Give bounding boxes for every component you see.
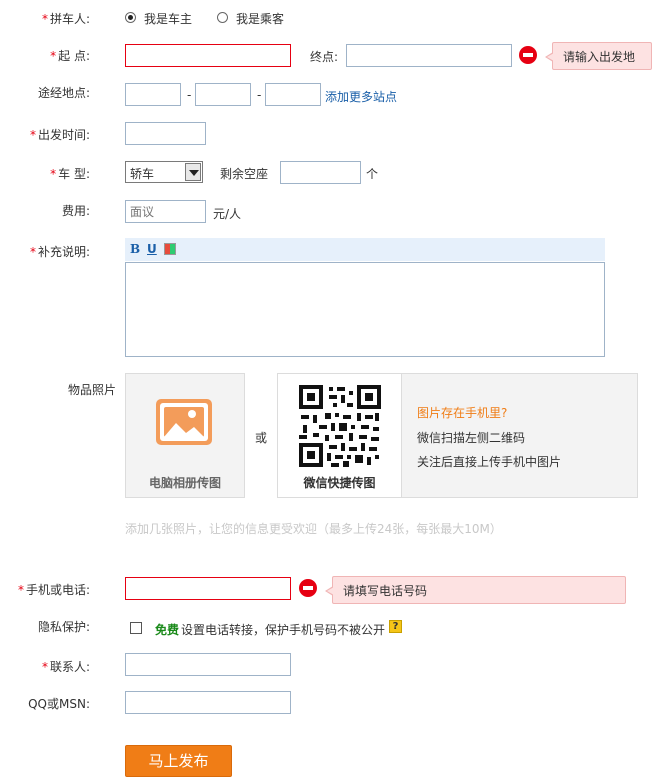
fee-label: 费用: [61, 204, 90, 218]
im-input[interactable] [125, 691, 291, 714]
end-input[interactable] [346, 44, 512, 67]
phone-photo-title: 图片存在手机里? [417, 406, 508, 420]
privacy-text: 设置电话转接，保护手机号码不被公开 [181, 623, 386, 637]
car-type-value: 轿车 [130, 167, 155, 181]
free-badge: 免费 [155, 623, 180, 637]
privacy-checkbox[interactable] [130, 622, 142, 634]
depart-time-label: * 出发时间: [29, 128, 90, 142]
via-input-2[interactable] [195, 83, 251, 106]
contact-input[interactable] [125, 653, 291, 676]
seats-unit: 个 [366, 167, 379, 181]
privacy-label: 隐私保护: [37, 620, 90, 634]
radio-driver[interactable] [125, 12, 136, 23]
wechat-upload-box[interactable]: 微信快捷传图 图片存在手机里? 微信扫描左侧二维码 关注后直接上传手机中图片 [277, 373, 638, 498]
submit-button[interactable]: 马上发布 [125, 745, 232, 777]
contact-label: * 联系人: [41, 660, 90, 674]
seats-label: 剩余空座 [220, 167, 269, 181]
color-picker-icon[interactable] [164, 243, 176, 255]
fee-unit: 元/人 [213, 207, 242, 221]
start-label: * 起 点: [50, 49, 90, 63]
seats-input[interactable] [280, 161, 361, 184]
phone-label: * 手机或电话: [17, 583, 90, 597]
photos-label: 物品照片 [67, 383, 116, 397]
phone-photo-line2: 关注后直接上传手机中图片 [417, 455, 562, 469]
car-type-select[interactable]: 轿车 [125, 161, 203, 183]
via-separator: - [187, 88, 192, 102]
underline-button[interactable]: U [147, 242, 157, 256]
photos-hint: 添加几张照片，让您的信息更受欢迎（最多上传24张，每张最大10M） [125, 522, 502, 536]
depart-time-input[interactable] [125, 122, 206, 145]
phone-photo-line1: 微信扫描左侧二维码 [417, 431, 526, 445]
poster-label: * 拼车人: [41, 12, 90, 26]
via-separator: - [257, 88, 262, 102]
via-input-3[interactable] [265, 83, 321, 106]
radio-passenger[interactable] [217, 12, 228, 23]
start-error-tip: 请输入出发地 [545, 42, 652, 70]
pc-upload-label: 电脑相册传图 [148, 476, 221, 490]
via-input-1[interactable] [125, 83, 181, 106]
notes-label: * 补充说明: [29, 245, 90, 259]
editor-toolbar: B U [125, 238, 605, 261]
start-input[interactable] [125, 44, 291, 67]
pc-upload-box[interactable]: 电脑相册传图 [125, 373, 245, 498]
error-icon [519, 46, 537, 64]
radio-passenger-label[interactable]: 我是乘客 [236, 10, 284, 27]
via-label: 途经地点: [37, 86, 90, 100]
wechat-upload-label: 微信快捷传图 [303, 476, 376, 490]
phone-error-tip: 请填写电话号码 [325, 576, 626, 604]
car-type-label: * 车 型: [50, 167, 90, 181]
radio-driver-label[interactable]: 我是车主 [144, 10, 192, 27]
qr-code-icon [299, 385, 381, 467]
help-icon[interactable]: ? [389, 620, 402, 633]
end-label: 终点: [310, 50, 339, 64]
error-icon [299, 579, 317, 597]
qr-panel: 微信快捷传图 [278, 374, 402, 497]
notes-textarea[interactable] [125, 262, 605, 357]
fee-input[interactable] [125, 200, 206, 223]
im-label: QQ或MSN: [28, 697, 90, 711]
add-more-stops-link[interactable]: 添加更多站点 [325, 88, 397, 105]
chevron-down-icon [185, 163, 201, 181]
or-text: 或 [255, 431, 268, 445]
image-icon [156, 399, 212, 445]
bold-button[interactable]: B [130, 242, 140, 256]
phone-input[interactable] [125, 577, 291, 600]
